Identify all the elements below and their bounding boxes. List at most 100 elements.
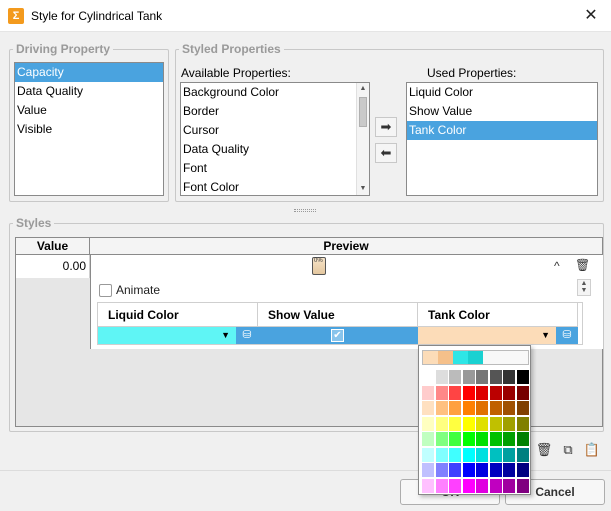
color-swatch[interactable] <box>476 478 489 494</box>
color-swatch[interactable] <box>449 478 462 494</box>
style-value-cell[interactable]: 0.00 <box>16 255 90 278</box>
color-swatch[interactable] <box>503 370 516 385</box>
color-swatch[interactable] <box>422 463 435 478</box>
color-swatch[interactable] <box>503 385 516 401</box>
color-swatch[interactable] <box>516 478 530 494</box>
animate-checkbox[interactable] <box>99 284 112 297</box>
color-swatch[interactable] <box>503 416 516 432</box>
recent-color-swatch[interactable] <box>483 351 498 364</box>
color-swatch[interactable] <box>422 401 435 416</box>
color-swatch[interactable] <box>462 478 476 494</box>
scroll-thumb[interactable] <box>359 97 367 127</box>
splitter-handle[interactable] <box>294 209 316 212</box>
paint-bucket-icon[interactable]: ⛁ <box>236 327 258 344</box>
color-swatch[interactable] <box>422 478 435 494</box>
color-swatch[interactable] <box>462 370 476 385</box>
color-swatch[interactable] <box>476 401 489 416</box>
color-swatch[interactable] <box>435 432 449 447</box>
delete-style-icon[interactable]: 🗑 <box>575 258 590 272</box>
available-scrollbar[interactable]: ▲ ▼ <box>356 83 369 195</box>
color-swatch[interactable] <box>489 401 503 416</box>
scroll-down-icon[interactable]: ▼ <box>357 183 369 195</box>
show-value-cell[interactable]: ✔ <box>258 327 418 344</box>
available-properties-list[interactable]: Background Color Border Cursor Data Qual… <box>180 82 370 196</box>
available-property-item[interactable]: Font <box>181 159 369 178</box>
color-swatch[interactable] <box>503 447 516 463</box>
color-swatch[interactable] <box>489 385 503 401</box>
color-swatch[interactable] <box>516 463 530 478</box>
recent-color-swatch[interactable] <box>423 351 438 364</box>
color-swatch[interactable] <box>449 370 462 385</box>
color-swatch[interactable] <box>462 401 476 416</box>
dropdown-arrow-icon[interactable]: ▼ <box>541 330 550 340</box>
color-swatch[interactable] <box>422 432 435 447</box>
recent-color-swatch[interactable] <box>453 351 468 364</box>
recent-color-swatch[interactable] <box>498 351 513 364</box>
color-swatch[interactable] <box>462 447 476 463</box>
color-swatch[interactable] <box>516 447 530 463</box>
color-swatch[interactable] <box>422 447 435 463</box>
used-property-item[interactable]: Show Value <box>407 102 597 121</box>
driving-property-item[interactable]: Capacity <box>15 63 163 82</box>
color-swatch[interactable] <box>435 385 449 401</box>
used-properties-list[interactable]: Liquid Color Show Value Tank Color <box>406 82 598 196</box>
collapse-icon[interactable]: ^ <box>554 259 560 273</box>
color-swatch[interactable] <box>516 432 530 447</box>
color-swatch[interactable] <box>516 416 530 432</box>
driving-property-list[interactable]: Capacity Data Quality Value Visible <box>14 62 164 196</box>
color-swatch[interactable] <box>516 385 530 401</box>
tank-color-picker[interactable]: ▼ ⛁ <box>418 327 578 344</box>
color-swatch[interactable] <box>489 478 503 494</box>
used-property-item[interactable]: Liquid Color <box>407 83 597 102</box>
recent-color-swatch[interactable] <box>438 351 453 364</box>
color-swatch[interactable] <box>462 385 476 401</box>
color-swatch[interactable] <box>435 463 449 478</box>
spinner-down-icon[interactable]: ▼ <box>578 287 590 294</box>
delete-icon[interactable]: 🗑 <box>534 440 554 460</box>
available-property-item[interactable]: Cursor <box>181 121 369 140</box>
color-swatch[interactable] <box>449 432 462 447</box>
available-property-item[interactable]: Font Color <box>181 178 369 195</box>
spinner-up-icon[interactable]: ▲ <box>578 280 590 287</box>
recent-color-swatch[interactable] <box>468 351 483 364</box>
color-swatch[interactable] <box>476 447 489 463</box>
color-swatch[interactable] <box>503 432 516 447</box>
color-swatch[interactable] <box>449 416 462 432</box>
available-property-item[interactable]: Border <box>181 102 369 121</box>
available-property-item[interactable]: Data Quality <box>181 140 369 159</box>
color-swatch[interactable] <box>462 416 476 432</box>
color-swatch[interactable] <box>503 401 516 416</box>
driving-property-item[interactable]: Value <box>15 101 163 120</box>
add-property-button[interactable]: ➡ <box>375 117 397 137</box>
color-swatch[interactable] <box>489 432 503 447</box>
color-swatch[interactable] <box>516 401 530 416</box>
color-swatch[interactable] <box>462 463 476 478</box>
color-swatch[interactable] <box>462 432 476 447</box>
color-swatch[interactable] <box>449 447 462 463</box>
recent-color-swatch[interactable] <box>513 351 528 364</box>
color-swatch[interactable] <box>489 370 503 385</box>
color-swatch[interactable] <box>435 370 449 385</box>
color-swatch[interactable] <box>435 478 449 494</box>
remove-property-button[interactable]: ⬅ <box>375 143 397 163</box>
color-swatch[interactable] <box>489 463 503 478</box>
color-swatch[interactable] <box>516 370 530 385</box>
paste-icon[interactable]: 📋 <box>582 440 602 460</box>
driving-property-item[interactable]: Visible <box>15 120 163 139</box>
row-spinner[interactable]: ▲ ▼ <box>577 279 591 296</box>
color-swatch[interactable] <box>449 385 462 401</box>
copy-icon[interactable]: ⧉ <box>558 440 578 460</box>
color-swatch[interactable] <box>449 401 462 416</box>
color-swatch[interactable] <box>476 463 489 478</box>
used-property-item[interactable]: Tank Color <box>407 121 597 140</box>
color-swatch[interactable] <box>503 478 516 494</box>
color-swatch[interactable] <box>435 447 449 463</box>
liquid-color-picker[interactable]: ▼ ⛁ <box>98 327 258 344</box>
scroll-up-icon[interactable]: ▲ <box>357 83 369 95</box>
show-value-checkbox[interactable]: ✔ <box>331 329 344 342</box>
color-swatch[interactable] <box>435 401 449 416</box>
color-swatch[interactable] <box>489 416 503 432</box>
driving-property-item[interactable]: Data Quality <box>15 82 163 101</box>
color-swatch[interactable] <box>503 463 516 478</box>
color-swatch[interactable] <box>422 370 435 385</box>
